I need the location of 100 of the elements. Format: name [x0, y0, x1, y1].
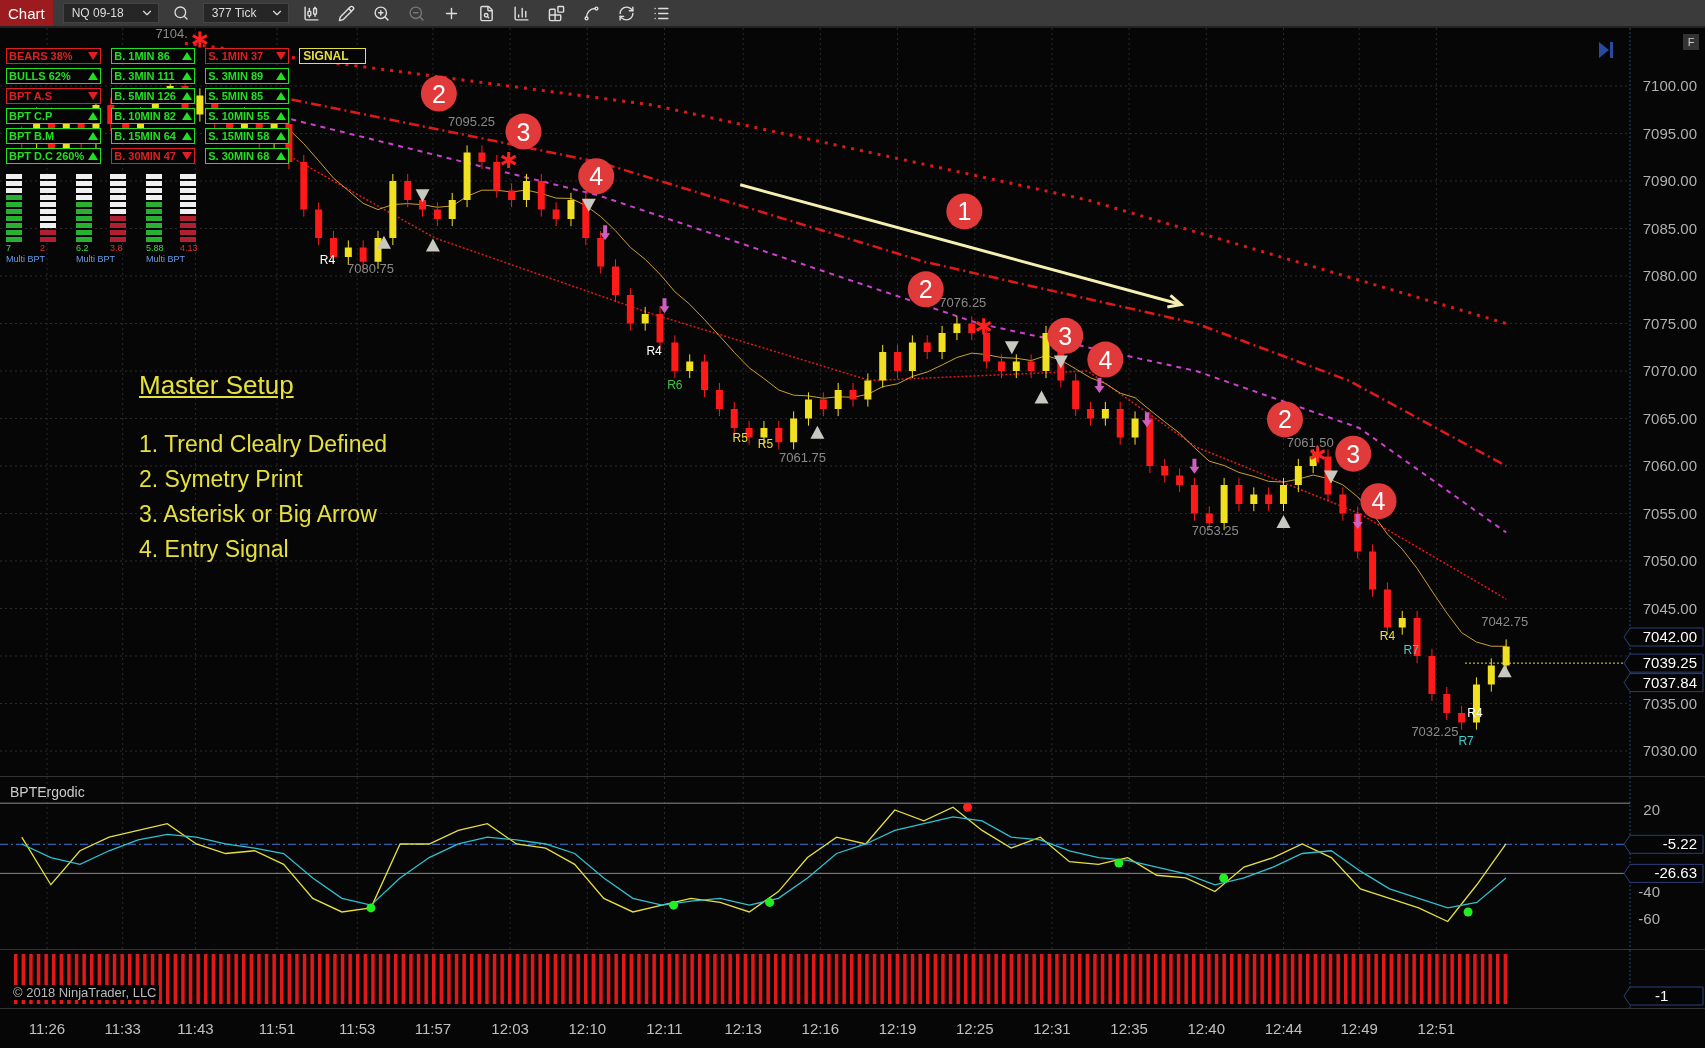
time-axis-label: 12:44 — [1264, 1020, 1303, 1037]
signal-text: S. 15MIN 58 — [208, 130, 270, 142]
price-label: 7061.50 — [1286, 435, 1334, 450]
signal-text: B. 15MIN 64 — [114, 130, 176, 142]
indicator-axis-label: -40 — [1638, 882, 1660, 900]
price-label: 7053.25 — [1191, 523, 1239, 539]
meter-reading: 4.13 — [180, 243, 196, 253]
time-axis-label: 12:35 — [1110, 1020, 1148, 1037]
chart-button[interactable]: Chart — [0, 0, 53, 26]
price-tag: 7037.84 — [1623, 673, 1704, 693]
price-label: 7061.75 — [779, 450, 827, 466]
time-axis-label: 12:03 — [491, 1020, 529, 1037]
price-axis-label: 7055.00 — [1642, 504, 1697, 522]
value-tag: -26.63 — [1623, 863, 1704, 883]
step-marker: 3 — [1047, 317, 1084, 354]
meter-reading: 2 — [40, 243, 46, 253]
step-marker: 4 — [1087, 341, 1124, 378]
price-label: 7095.25 — [448, 113, 495, 129]
signal-text: S. 1MIN 37 — [208, 50, 264, 62]
signal-text: B. 30MIN 47 — [114, 150, 176, 162]
scale-button[interactable]: F — [1683, 34, 1699, 50]
price-label: 7104. — [155, 28, 188, 41]
value-tag: -1 — [1623, 986, 1704, 1006]
signal-text: BULLS 62% — [9, 70, 71, 82]
price-axis-label: 7050.00 — [1642, 552, 1697, 569]
level-label: R7 — [1458, 734, 1474, 749]
step-marker: 4 — [578, 158, 615, 195]
price-axis-label: 7100.00 — [1642, 77, 1697, 94]
time-axis-label: 12:13 — [724, 1020, 762, 1037]
price-axis-label: 7080.00 — [1642, 267, 1697, 284]
interval-dropdown[interactable]: 377 Tick — [202, 3, 289, 23]
copyright-text: © 2018 NinjaTrader, LLC — [11, 985, 159, 1000]
step-marker: 4 — [1360, 483, 1397, 520]
price-axis-label: 7070.00 — [1642, 362, 1697, 379]
price-axis-label: 7095.00 — [1642, 124, 1697, 142]
signal-text: BPT D.C 260% — [9, 150, 85, 162]
time-axis-label: 12:40 — [1187, 1020, 1226, 1037]
price-label: 7042.75 — [1481, 613, 1529, 629]
meter-reading: 5.88 — [146, 243, 162, 253]
time-axis-label: 11:43 — [177, 1020, 214, 1037]
setup-step: 4. Entry Signal — [139, 536, 387, 563]
signal-text: S. 5MIN 85 — [208, 90, 264, 102]
time-axis-label: 11:51 — [258, 1020, 296, 1037]
time-axis-label: 12:19 — [878, 1020, 917, 1037]
level-label: R4 — [646, 343, 662, 358]
price-label: 7080.75 — [347, 261, 395, 277]
step-marker: 1 — [946, 193, 983, 230]
meter-caption: Multi BPT — [146, 254, 186, 264]
price-tag: 7039.25 — [1623, 653, 1704, 673]
price-axis-label: 7035.00 — [1642, 694, 1697, 712]
indicator-axis-label: 20 — [1643, 801, 1660, 818]
price-axis-label: 7065.00 — [1642, 409, 1697, 427]
price-axis-label: 7085.00 — [1642, 219, 1697, 237]
signal-text: BEARS 38% — [9, 50, 73, 62]
meter-reading: 6.2 — [76, 243, 90, 253]
time-axis-label: 12:49 — [1340, 1020, 1378, 1037]
signal-text: BPT C.P — [9, 110, 53, 122]
level-label: R5 — [757, 436, 774, 451]
time-axis-label: 12:16 — [801, 1020, 840, 1037]
signal-text: B. 10MIN 82 — [114, 110, 176, 122]
step-marker: 2 — [1266, 401, 1303, 438]
time-axis-label: 12:10 — [568, 1020, 607, 1037]
time-axis-label: 11:26 — [28, 1020, 66, 1037]
signal-text: BPT B.M — [9, 130, 55, 142]
signal-text: B. 3MIN 111 — [114, 70, 175, 82]
level-label: R4 — [1379, 628, 1396, 643]
price-label: 7032.25 — [1411, 723, 1459, 739]
value-tag: -5.22 — [1623, 834, 1704, 854]
indicator-axis-label: -60 — [1638, 909, 1660, 927]
signal-text: B. 5MIN 126 — [114, 90, 176, 102]
signal-text: BPT A.S — [9, 90, 52, 102]
step-marker: 3 — [1335, 435, 1372, 472]
price-axis-label: 7060.00 — [1642, 457, 1697, 474]
setup-step: 3. Asterisk or Big Arrow — [139, 501, 387, 528]
meter-caption: Multi BPT — [76, 254, 116, 264]
price-axis-label: 7030.00 — [1642, 742, 1697, 759]
step-marker: 2 — [420, 75, 457, 112]
meter-reading: 3.8 — [110, 243, 124, 253]
time-axis-label: 11:57 — [414, 1020, 452, 1037]
signal-label: SIGNAL — [299, 48, 366, 64]
meter-caption: Multi BPT — [6, 254, 46, 264]
step-marker: 3 — [505, 113, 542, 150]
meter-reading: 7 — [6, 243, 12, 253]
time-axis-label: 11:33 — [104, 1020, 141, 1037]
setup-step: 2. Symetry Print — [139, 466, 387, 493]
setup-step: 1. Trend Clealry Defined — [139, 431, 387, 458]
signal-text: S. 3MIN 89 — [208, 70, 264, 82]
time-axis-label: 11:53 — [339, 1020, 376, 1037]
instrument-dropdown[interactable]: NQ 09-18 — [62, 3, 159, 23]
time-axis-label: 12:25 — [955, 1020, 994, 1037]
time-axis-label: 12:31 — [1033, 1020, 1071, 1037]
time-axis-label: 12:51 — [1417, 1020, 1456, 1037]
level-label: R6 — [667, 378, 683, 393]
panel-title: BPTErgodic — [10, 784, 85, 800]
signal-text: S. 30MIN 68 — [208, 150, 270, 162]
signal-text: S. 10MIN 55 — [208, 110, 270, 122]
signal-text: B. 1MIN 86 — [114, 50, 170, 62]
level-label: R5 — [732, 431, 748, 446]
price-axis-label: 7045.00 — [1642, 599, 1697, 617]
time-axis-label: 12:11 — [646, 1020, 683, 1037]
